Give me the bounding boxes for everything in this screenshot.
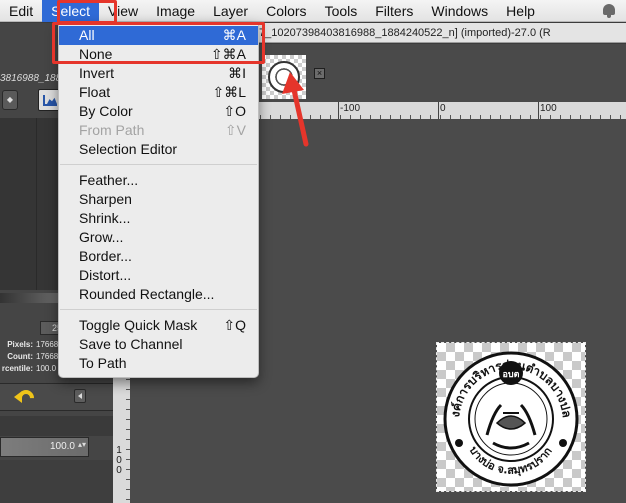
opacity-value: 100.0 [49,441,75,452]
stat-pixels-label: Pixels: [7,340,33,349]
annotation-arrow-icon [282,72,309,147]
menu-colors[interactable]: Colors [257,0,315,22]
window-title-text: 7_10207398403816988_1884240522_n] (impor… [259,27,551,39]
stat-percentile-label: rcentile: [1,364,33,373]
layer-list[interactable] [0,460,113,503]
menu-item-save-to-channel[interactable]: Save to Channel [59,335,258,354]
menu-item-float[interactable]: Float ⇧⌘L [59,83,258,102]
select-menu: All ⌘A None ⇧⌘A Invert ⌘I Float ⇧⌘L By Color… [58,22,259,378]
hruler-label-100: 100 [540,103,557,114]
menu-edit[interactable]: Edit [0,0,42,22]
menu-item-grow[interactable]: Grow... [59,228,258,247]
menu-item-feather[interactable]: Feather... [59,171,258,190]
stat-percentile-value: 100.0 [36,364,57,373]
image-layer[interactable]: องค์การบริหารส่วนตำบลบางปลา อ.บางบ่อ จ.ส… [433,332,586,492]
menu-image[interactable]: Image [147,0,204,22]
menu-item-to-path[interactable]: To Path [59,354,258,373]
seal-monogram: อบต [503,370,520,380]
histogram-image-name: 3816988_188 [0,73,60,84]
menu-item-by-color[interactable]: By Color ⇧O [59,102,258,121]
menu-item-border[interactable]: Border... [59,247,258,266]
menu-windows[interactable]: Windows [422,0,497,22]
menu-separator [60,309,257,310]
hruler-label-neg100: -100 [340,103,361,114]
layer-mode-row [0,416,113,436]
menu-item-shrink[interactable]: Shrink... [59,209,258,228]
channel-spinner[interactable]: ◆ [2,90,18,110]
menu-item-selection-editor[interactable]: Selection Editor [59,140,258,159]
menu-separator [60,164,257,165]
undo-icon[interactable] [12,386,38,410]
opacity-stepper-icon[interactable]: ▴▾ [78,440,86,449]
seal-graphic: องค์การบริหารส่วนตำบลบางปลา อ.บางบ่อ จ.ส… [433,332,579,487]
menu-filters[interactable]: Filters [366,0,422,22]
dock-menu-arrow-icon[interactable] [74,389,86,403]
stat-count-label: Count: [7,352,33,361]
menu-item-sharpen[interactable]: Sharpen [59,190,258,209]
menu-layer[interactable]: Layer [204,0,257,22]
menu-item-invert[interactable]: Invert ⌘I [59,64,258,83]
annotation-box-select-menu [57,0,117,24]
menu-item-distort[interactable]: Distort... [59,266,258,285]
menu-item-from-path: From Path ⇧V [79,122,246,138]
menu-item-rounded-rectangle[interactable]: Rounded Rectangle... [59,285,258,304]
vruler-label-100: 100 [116,445,122,476]
menu-tools[interactable]: Tools [316,0,367,22]
hruler-label-0: 0 [440,103,446,114]
stat-count-value: 17668 [36,352,59,361]
annotation-box-all-none [52,22,265,64]
menu-item-toggle-quick-mask[interactable]: Toggle Quick Mask ⇧Q [59,316,258,335]
menu-help[interactable]: Help [497,0,544,22]
stat-pixels-value: 17668 [36,340,59,349]
bell-icon[interactable] [602,3,616,19]
